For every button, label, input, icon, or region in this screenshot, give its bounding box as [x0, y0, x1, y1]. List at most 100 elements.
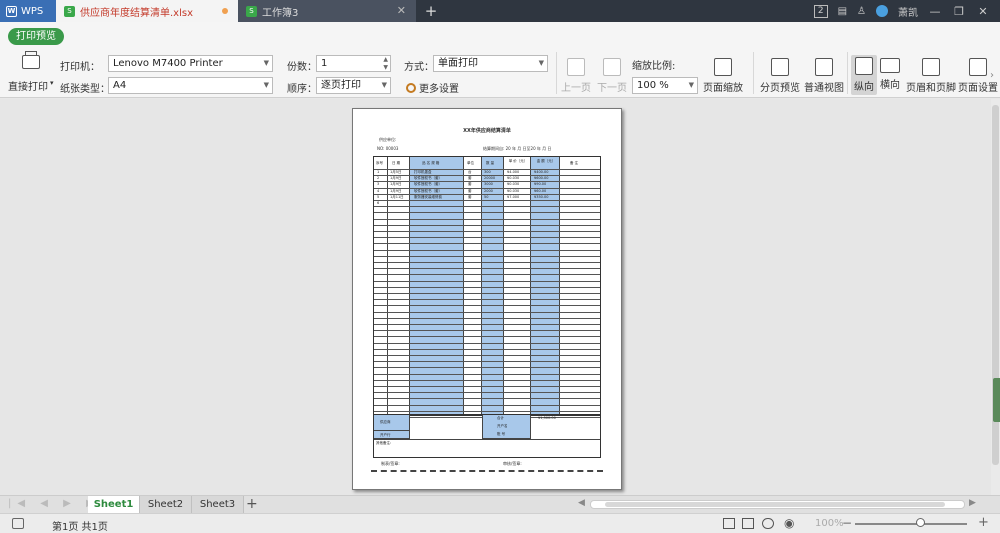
skin-icon[interactable]: ▤: [838, 6, 847, 17]
table-row-line: [374, 280, 600, 282]
table-cell: 台: [468, 170, 472, 174]
table-cell: 打印机墨盒: [414, 170, 432, 174]
zoom-slider-handle[interactable]: [916, 518, 925, 527]
zoom-select[interactable]: 100 % ▼: [632, 77, 698, 94]
footer-label-d: 账 号: [497, 432, 506, 436]
prev-page-label: 上一页: [561, 83, 591, 94]
more-settings-label: 更多设置: [419, 84, 459, 95]
sheet-tab-3[interactable]: Sheet3: [192, 496, 244, 513]
mode-select[interactable]: 单面打印 ▼: [433, 55, 548, 72]
user-name[interactable]: 萧凯: [898, 4, 918, 19]
chevron-down-icon: ▼: [381, 81, 387, 89]
divider: [847, 52, 848, 94]
portrait-button[interactable]: 纵向: [851, 55, 877, 95]
table-cell: ¥350.00: [534, 194, 549, 199]
new-tab-button[interactable]: +: [416, 0, 446, 22]
order-select[interactable]: 逐页打印 ▼: [316, 77, 391, 94]
copies-stepper[interactable]: 1 ▲ ▼: [316, 55, 391, 72]
page-break-preview-button[interactable]: 分页预览: [760, 58, 800, 94]
normal-view-button[interactable]: 普通视图: [804, 58, 844, 94]
direct-print-button[interactable]: 直接打印: [8, 78, 48, 93]
print-preview-button[interactable]: 打印预览: [8, 28, 64, 45]
normal-view-icon[interactable]: [723, 518, 735, 529]
more-settings-button[interactable]: 更多设置: [406, 80, 459, 95]
landscape-button[interactable]: 横向: [880, 58, 900, 91]
header-footer-button[interactable]: 页眉和页脚: [906, 58, 956, 94]
scroll-right-icon[interactable]: ▶: [969, 498, 976, 508]
paper-select[interactable]: A4 ▼: [108, 77, 273, 94]
next-page-icon: [603, 58, 621, 76]
tab-workbook3[interactable]: S 工作簿3 ✕: [238, 0, 416, 22]
table-row-line: [374, 398, 600, 400]
page-zoom-button[interactable]: 页面缩放: [703, 58, 743, 94]
restore-icon[interactable]: ❐: [952, 5, 966, 18]
next-page-label: 下一页: [597, 83, 627, 94]
horizontal-scrollbar[interactable]: [590, 500, 965, 509]
shirt-icon[interactable]: ♙: [857, 6, 866, 17]
total-label: 合计: [497, 416, 504, 420]
chevron-down-icon[interactable]: ▾: [50, 79, 54, 87]
page-break-icon: [771, 58, 789, 76]
avatar[interactable]: [876, 5, 888, 17]
header-cell: 金 额（元）: [536, 159, 556, 163]
sheet-tab-2[interactable]: Sheet2: [140, 496, 192, 513]
page-break-view-icon[interactable]: [762, 518, 774, 529]
spin-up-icon[interactable]: ▲: [383, 56, 388, 63]
ribbon-scroll-icon[interactable]: ›: [990, 70, 994, 81]
table-row-line: [374, 355, 600, 356]
eye-protection-icon[interactable]: ◉: [784, 516, 794, 530]
next-page-button[interactable]: 下一页: [597, 58, 627, 94]
chevron-down-icon: ▼: [538, 59, 544, 67]
table-row-line: [374, 200, 600, 201]
table-cell: ¥7.000: [507, 194, 520, 199]
vertical-scrollbar[interactable]: [991, 99, 1000, 495]
zoom-slider[interactable]: [855, 523, 967, 525]
table-row-line: [374, 255, 600, 257]
close-window-icon[interactable]: ✕: [976, 5, 990, 18]
footer-label-b: 开户行: [380, 433, 391, 437]
zoom-out-icon[interactable]: −: [842, 516, 852, 530]
macro-icon[interactable]: [12, 518, 24, 529]
grid-view-icon: [815, 58, 833, 76]
tab-label: 供应商年度结算清单.xlsx: [80, 7, 194, 19]
table-cell: 5: [377, 194, 380, 199]
sheet-tab-1[interactable]: Sheet1: [88, 496, 140, 513]
scroll-thumb[interactable]: [605, 502, 945, 507]
header-cell: 品 名 规 格: [422, 161, 440, 165]
table-row-line: [374, 379, 600, 381]
prev-page-button[interactable]: 上一页: [561, 58, 591, 94]
add-sheet-button[interactable]: +: [246, 496, 258, 512]
settlement-table: 序号 日 期 品 名 规 格 单位 数 量 单 价（元） 金 额（元） 备 注 …: [373, 156, 601, 418]
signature-line: [371, 470, 603, 474]
table-cell: ¥0.030: [507, 182, 520, 187]
page-title: XX年供应商结算清单: [463, 128, 511, 134]
table-cell: 2000: [484, 188, 493, 193]
table-row-line: [374, 392, 600, 394]
minimize-icon[interactable]: —: [928, 5, 942, 18]
table-row-line: [374, 286, 600, 288]
printer-select[interactable]: Lenovo M7400 Printer ▼: [108, 55, 273, 72]
spin-down-icon[interactable]: ▼: [383, 64, 388, 71]
table-cell: ¥0.030: [507, 188, 520, 193]
window-count-badge[interactable]: 2: [813, 4, 828, 18]
zoom-in-icon[interactable]: +: [978, 515, 989, 530]
table-row-line: [374, 404, 600, 406]
table-row-line: [374, 386, 600, 387]
scroll-left-icon[interactable]: ◀: [578, 498, 585, 508]
table-cell: 1月9日: [390, 176, 402, 181]
side-widget[interactable]: [993, 378, 1000, 422]
table-cell: 软件授权书（套）: [414, 182, 442, 187]
table-row-line: [374, 268, 600, 270]
zoom-level[interactable]: 100%: [815, 518, 844, 529]
table-row-line: [374, 330, 600, 332]
wps-menu-button[interactable]: W WPS: [0, 0, 56, 22]
header-cell: 单 价（元）: [508, 159, 528, 163]
table-row-line: [374, 262, 600, 263]
page-layout-icon[interactable]: [742, 518, 754, 529]
portrait-icon: [855, 57, 873, 75]
landscape-icon: [880, 58, 900, 73]
printer-icon[interactable]: [22, 55, 40, 69]
table-cell: ¥60.00: [534, 188, 547, 193]
close-icon[interactable]: ✕: [397, 4, 406, 17]
tab-supplier-settlement[interactable]: S 供应商年度结算清单.xlsx: [56, 0, 238, 22]
